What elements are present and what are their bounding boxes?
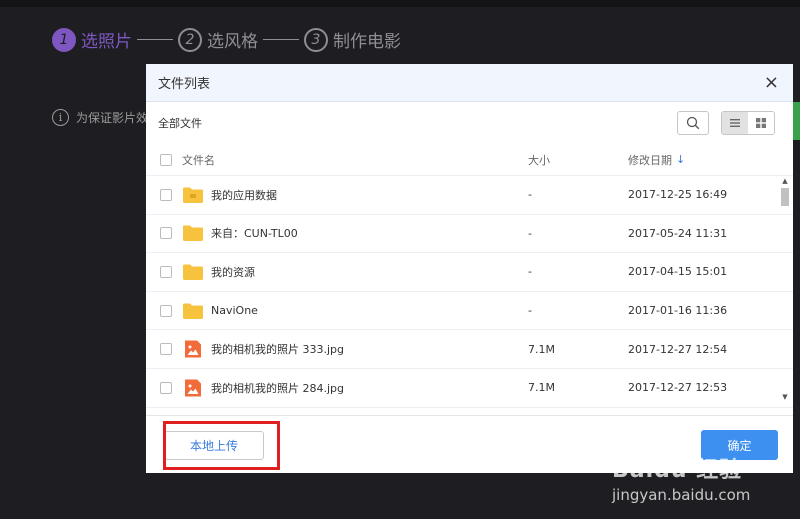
list-icon [730, 119, 740, 127]
file-name-cell: 我的相机我的照片 333.jpg [182, 340, 528, 358]
image-file-icon [185, 379, 201, 397]
scroll-thumb[interactable] [781, 188, 789, 206]
file-date: 2017-05-24 11:31 [628, 226, 728, 240]
info-icon: i [52, 109, 69, 126]
scroll-track[interactable] [779, 208, 791, 392]
watermark: Baidu 经验 jingyan.baidu.com [612, 452, 750, 504]
sort-desc-icon: ↓ [676, 153, 686, 166]
toolbar-tools [677, 111, 775, 135]
top-bar [0, 0, 800, 7]
column-date-label: 修改日期 [628, 153, 672, 167]
file-size: 7.1M [528, 381, 555, 395]
folder-icon [183, 187, 203, 203]
file-name-cell: 来自：CUN-TL00 [182, 224, 528, 242]
column-size[interactable]: 大小 [528, 152, 628, 168]
file-size: - [528, 188, 532, 202]
file-name: NaviOne [211, 304, 258, 318]
table-row[interactable]: 我的相机我的照片 284.jpg 7.1M 2017-12-27 12:53 [146, 369, 793, 408]
table-row[interactable]: 我的相机我的照片 333.jpg 7.1M 2017-12-27 12:54 [146, 330, 793, 369]
scroll-up-icon[interactable]: ▲ [779, 176, 791, 186]
notice-text: 为保证影片效 [76, 111, 149, 125]
table-row[interactable]: 我的资源 - 2017-04-15 15:01 [146, 253, 793, 292]
column-name[interactable]: 文件名 [182, 152, 528, 168]
file-name-cell: 我的资源 [182, 263, 528, 281]
green-button-edge[interactable] [792, 102, 800, 140]
highlight-box [163, 421, 280, 470]
file-size: - [528, 265, 532, 279]
step-label: 制作电影 [333, 32, 401, 52]
watermark-logo: Baidu 经验 [612, 458, 743, 483]
file-name-cell: 我的应用数据 [182, 186, 528, 204]
dialog-title: 文件列表 [158, 77, 211, 92]
row-checkbox[interactable] [160, 265, 172, 278]
list-view-button[interactable] [722, 112, 748, 134]
step-indicator: 1 选照片 2 选风格 3 制作电影 [52, 27, 401, 52]
step-select-photos[interactable]: 1 选照片 [52, 27, 132, 52]
table-row[interactable]: NaviOne - 2017-01-16 11:36 [146, 292, 793, 331]
folder-icon [183, 264, 203, 280]
file-date: 2017-01-16 11:36 [628, 304, 728, 318]
scroll-down-icon[interactable]: ▼ [779, 392, 791, 402]
view-toggle [721, 111, 775, 135]
file-name: 我的应用数据 [211, 188, 277, 202]
step-divider [137, 39, 173, 40]
watermark-url: jingyan.baidu.com [612, 486, 751, 504]
folder-icon [183, 303, 203, 319]
breadcrumb[interactable]: 全部文件 [158, 115, 202, 131]
file-name: 我的相机我的照片 333.jpg [211, 343, 345, 357]
file-date: 2017-12-25 16:49 [628, 188, 728, 202]
file-list-dialog: 文件列表 × 全部文件 文件名 大小 修改日期 ↓ 我的应用数据 - 2017-… [146, 64, 793, 473]
step-divider [263, 39, 299, 40]
table-row[interactable]: 我的应用数据 - 2017-12-25 16:49 [146, 176, 793, 215]
column-date[interactable]: 修改日期 ↓ [628, 152, 778, 168]
row-checkbox[interactable] [160, 188, 172, 201]
dialog-toolbar: 全部文件 [146, 102, 793, 144]
step-number: 2 [178, 27, 202, 52]
file-name: 我的相机我的照片 284.jpg [211, 381, 345, 395]
file-date: 2017-12-27 12:54 [628, 342, 728, 356]
dialog-header: 文件列表 × [146, 64, 793, 102]
table-row[interactable]: 来自：CUN-TL00 - 2017-05-24 11:31 [146, 215, 793, 254]
folder-icon [183, 225, 203, 242]
file-size: 7.1M [528, 342, 555, 356]
file-name: 我的资源 [211, 265, 255, 279]
file-size: - [528, 304, 532, 318]
step-label: 选风格 [207, 32, 258, 52]
search-button[interactable] [677, 111, 709, 135]
step-select-style[interactable]: 2 选风格 [178, 27, 258, 52]
file-list: 我的应用数据 - 2017-12-25 16:49 来自：CUN-TL00 - … [146, 176, 793, 412]
image-file-icon [185, 340, 201, 358]
file-date: 2017-04-15 15:01 [628, 265, 728, 279]
row-checkbox[interactable] [160, 227, 172, 240]
step-number: 3 [304, 27, 328, 52]
file-size: - [528, 226, 532, 240]
select-all-checkbox[interactable] [160, 153, 172, 166]
file-list-scrollbar[interactable]: ▲ ▼ [779, 176, 791, 410]
step-make-movie[interactable]: 3 制作电影 [304, 27, 401, 52]
grid-icon [756, 118, 766, 128]
file-name: 来自：CUN-TL00 [211, 227, 298, 241]
search-icon [686, 116, 700, 130]
row-checkbox[interactable] [160, 381, 172, 394]
file-name-cell: NaviOne [182, 302, 528, 320]
file-date: 2017-12-27 12:53 [628, 381, 728, 395]
grid-view-button[interactable] [748, 112, 774, 134]
notice: i 为保证影片效 [52, 109, 148, 126]
row-checkbox[interactable] [160, 304, 172, 317]
table-header: 文件名 大小 修改日期 ↓ [146, 144, 793, 176]
file-name-cell: 我的相机我的照片 284.jpg [182, 379, 528, 397]
step-number: 1 [52, 27, 76, 52]
row-checkbox[interactable] [160, 343, 172, 356]
step-label: 选照片 [81, 32, 132, 52]
close-icon[interactable]: × [764, 73, 779, 92]
